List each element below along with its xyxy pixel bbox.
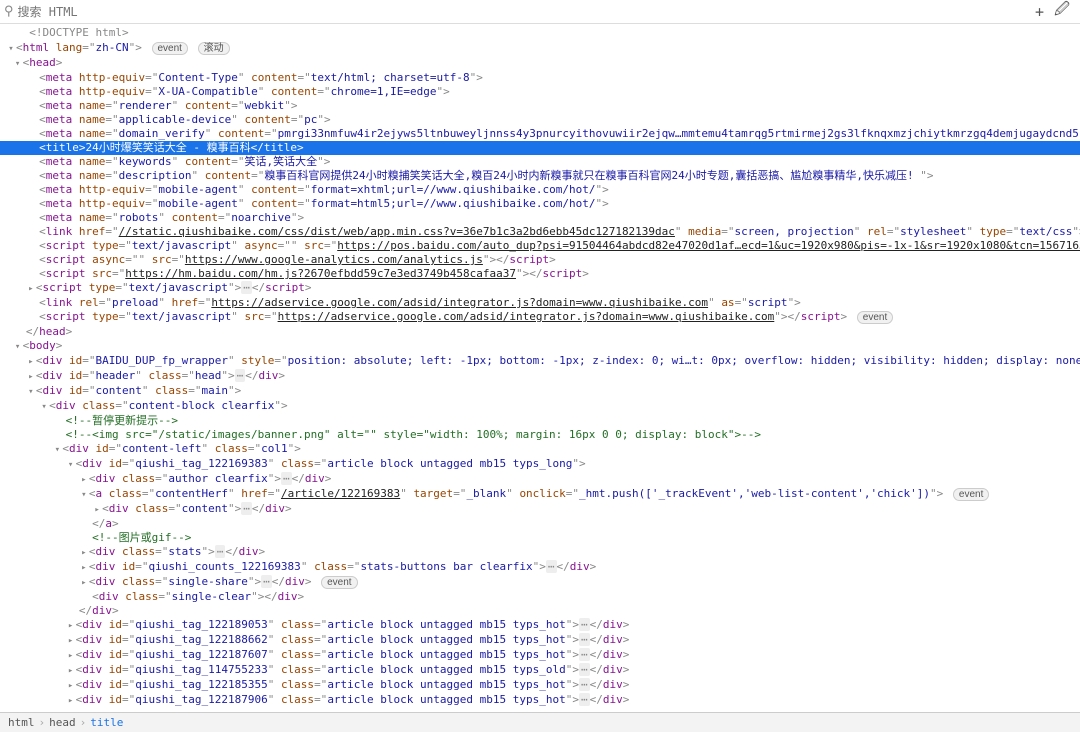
expand-toggle[interactable]: ▾: [52, 443, 62, 457]
expand-toggle[interactable]: ▾: [26, 385, 36, 399]
breadcrumb-item[interactable]: title: [90, 716, 123, 729]
breadcrumb-item[interactable]: head: [49, 716, 76, 729]
expand-toggle[interactable]: ▸: [66, 694, 76, 708]
expand-toggle[interactable]: ▾: [13, 57, 23, 71]
event-badge[interactable]: event: [321, 576, 357, 589]
expand-toggle[interactable]: ▸: [26, 370, 36, 384]
wand-icon[interactable]: 🖉: [1054, 0, 1070, 24]
dom-tree[interactable]: <!DOCTYPE html> ▾<html lang="zh-CN"> eve…: [0, 24, 1080, 712]
expand-toggle[interactable]: ▾: [39, 400, 49, 414]
event-badge[interactable]: event: [857, 311, 893, 324]
expand-toggle[interactable]: ▸: [79, 561, 89, 575]
search-toolbar: ⚲ + 🖉: [0, 0, 1080, 24]
expand-toggle[interactable]: ▸: [79, 546, 89, 560]
search-icon: ⚲: [4, 4, 14, 19]
expand-toggle[interactable]: ▸: [79, 473, 89, 487]
expand-toggle[interactable]: ▾: [79, 488, 89, 502]
expand-toggle[interactable]: ▸: [66, 664, 76, 678]
expand-toggle[interactable]: ▾: [6, 42, 16, 56]
expand-toggle[interactable]: ▸: [66, 619, 76, 633]
expand-toggle[interactable]: ▸: [26, 282, 36, 296]
chevron-right-icon: ›: [80, 716, 87, 729]
breadcrumb-item[interactable]: html: [8, 716, 35, 729]
selected-node[interactable]: <title>24小时爆笑笑话大全 - 糗事百科</title>: [0, 141, 1080, 155]
search-input[interactable]: [18, 5, 1035, 19]
breadcrumb-bar: html › head › title: [0, 712, 1080, 732]
expand-toggle[interactable]: ▸: [66, 634, 76, 648]
event-badge[interactable]: event: [152, 42, 188, 55]
scroll-badge[interactable]: 滚动: [198, 42, 230, 55]
expand-toggle[interactable]: ▸: [26, 355, 36, 369]
chevron-right-icon: ›: [39, 716, 46, 729]
expand-toggle[interactable]: ▸: [92, 503, 102, 517]
expand-toggle[interactable]: ▸: [66, 679, 76, 693]
add-button[interactable]: +: [1035, 3, 1044, 21]
event-badge[interactable]: event: [953, 488, 989, 501]
expand-toggle[interactable]: ▸: [79, 576, 89, 590]
expand-toggle[interactable]: ▾: [66, 458, 76, 472]
expand-toggle[interactable]: ▸: [66, 649, 76, 663]
doctype: <!DOCTYPE html>: [29, 26, 128, 39]
expand-toggle[interactable]: ▾: [13, 340, 23, 354]
